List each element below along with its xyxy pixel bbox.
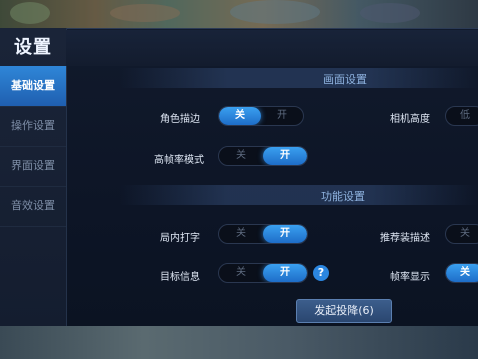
fps-toggle[interactable]: 关: [445, 263, 478, 283]
fps-label: 帧率显示: [390, 272, 430, 283]
target-info-toggle[interactable]: 关 开: [218, 263, 308, 283]
hfr-label: 高帧率模式: [154, 155, 204, 166]
hfr-toggle[interactable]: 关 开: [218, 146, 308, 166]
outline-toggle[interactable]: 关 开: [218, 106, 304, 126]
target-info-off-option[interactable]: 关: [219, 264, 263, 282]
sidebar-item-basic[interactable]: 基础设置: [0, 66, 66, 107]
sidebar-item-audio[interactable]: 音效设置: [0, 186, 66, 227]
target-info-label: 目标信息: [160, 272, 200, 283]
outline-label: 角色描边: [160, 114, 200, 125]
help-icon[interactable]: ?: [313, 265, 329, 281]
fps-off-option[interactable]: 关: [446, 264, 478, 282]
outline-off-option[interactable]: 关: [219, 107, 261, 125]
surrender-button[interactable]: 发起投降(6): [296, 299, 392, 323]
hfr-off-option[interactable]: 关: [219, 147, 263, 165]
typing-on-option[interactable]: 开: [263, 225, 307, 243]
function-section-title: 功能设置: [321, 190, 365, 203]
game-background-bottom: [0, 326, 478, 359]
page-title: 设置: [14, 37, 52, 58]
sidebar-item-interface[interactable]: 界面设置: [0, 146, 66, 187]
camera-label: 相机高度: [390, 114, 430, 125]
camera-low-option[interactable]: 低: [446, 107, 478, 125]
hfr-on-option[interactable]: 开: [263, 147, 307, 165]
typing-label: 局内打字: [160, 233, 200, 244]
header-strip: [66, 30, 478, 66]
outline-on-option[interactable]: 开: [261, 107, 303, 125]
game-background-top: [0, 0, 478, 28]
typing-toggle[interactable]: 关 开: [218, 224, 308, 244]
recommend-label: 推荐装描述: [380, 233, 430, 244]
sidebar-item-controls[interactable]: 操作设置: [0, 106, 66, 147]
recommend-off-option[interactable]: 关: [446, 225, 478, 243]
typing-off-option[interactable]: 关: [219, 225, 263, 243]
camera-toggle[interactable]: 低: [445, 106, 478, 126]
target-info-on-option[interactable]: 开: [263, 264, 307, 282]
recommend-toggle[interactable]: 关: [445, 224, 478, 244]
display-section-title: 画面设置: [323, 73, 367, 86]
